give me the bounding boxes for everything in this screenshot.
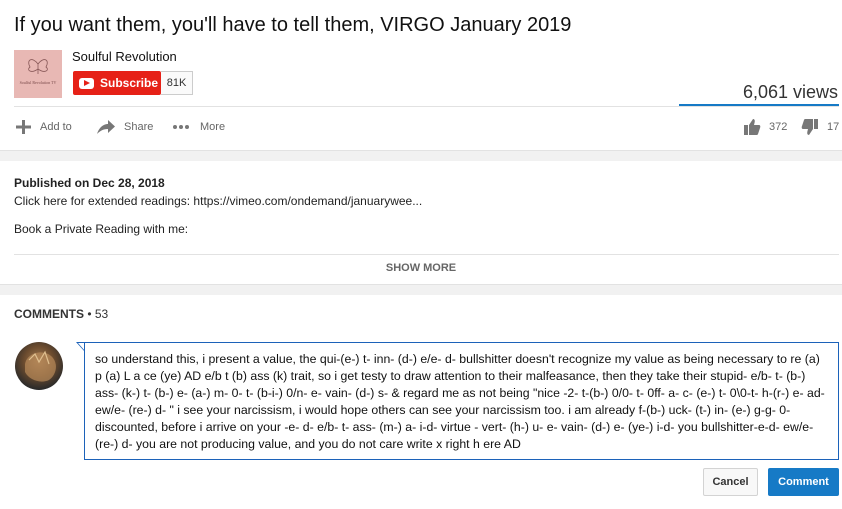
description-line: Book a Private Reading with me: <box>14 222 189 236</box>
comments-heading-label: COMMENTS <box>14 307 84 321</box>
youtube-play-icon <box>79 77 94 89</box>
share-arrow-icon <box>97 120 115 134</box>
more-button[interactable]: More <box>172 118 225 136</box>
comment-submit-button[interactable]: Comment <box>768 468 839 496</box>
more-label: More <box>200 121 226 133</box>
user-avatar <box>15 342 63 390</box>
cancel-button[interactable]: Cancel <box>703 468 758 496</box>
comments-heading: COMMENTS • 53 <box>14 307 109 321</box>
butterfly-logo-icon <box>28 59 48 74</box>
divider <box>14 106 839 107</box>
avatar-photo <box>25 350 56 382</box>
subscriber-count: 81K <box>161 71 193 95</box>
comments-count: 53 <box>94 307 109 321</box>
thumbs-down-icon <box>801 119 818 135</box>
description-line: Click here for extended readings: https:… <box>14 194 423 208</box>
subscribe-button[interactable]: Subscribe <box>73 71 161 95</box>
share-label: Share <box>124 121 154 133</box>
publish-date: Published on Dec 28, 2018 <box>14 176 165 190</box>
add-to-button[interactable]: Add to <box>14 118 72 136</box>
subscribe-label: Subscribe <box>100 76 159 90</box>
dislike-button[interactable]: 17 <box>801 118 839 136</box>
channel-avatar[interactable]: Soulful Revolution TV <box>14 50 62 98</box>
channel-name[interactable]: Soulful Revolution <box>72 49 177 64</box>
video-title: If you want them, you'll have to tell th… <box>14 14 572 36</box>
thumbs-up-icon <box>744 119 761 135</box>
dislike-count: 17 <box>827 121 840 133</box>
section-gap <box>0 150 842 161</box>
add-to-label: Add to <box>40 121 72 133</box>
like-count: 372 <box>769 121 788 133</box>
share-button[interactable]: Share <box>96 118 153 136</box>
divider <box>14 254 839 255</box>
section-gap <box>0 284 842 295</box>
comment-input[interactable]: so understand this, i present a value, t… <box>84 342 839 460</box>
like-button[interactable]: 372 <box>743 118 787 136</box>
more-dots-icon <box>173 125 189 129</box>
view-count: 6,061 views <box>742 82 838 102</box>
show-more-button[interactable]: SHOW MORE <box>0 262 842 274</box>
plus-icon <box>16 120 31 134</box>
channel-logo-text: Soulful Revolution TV <box>19 80 57 85</box>
